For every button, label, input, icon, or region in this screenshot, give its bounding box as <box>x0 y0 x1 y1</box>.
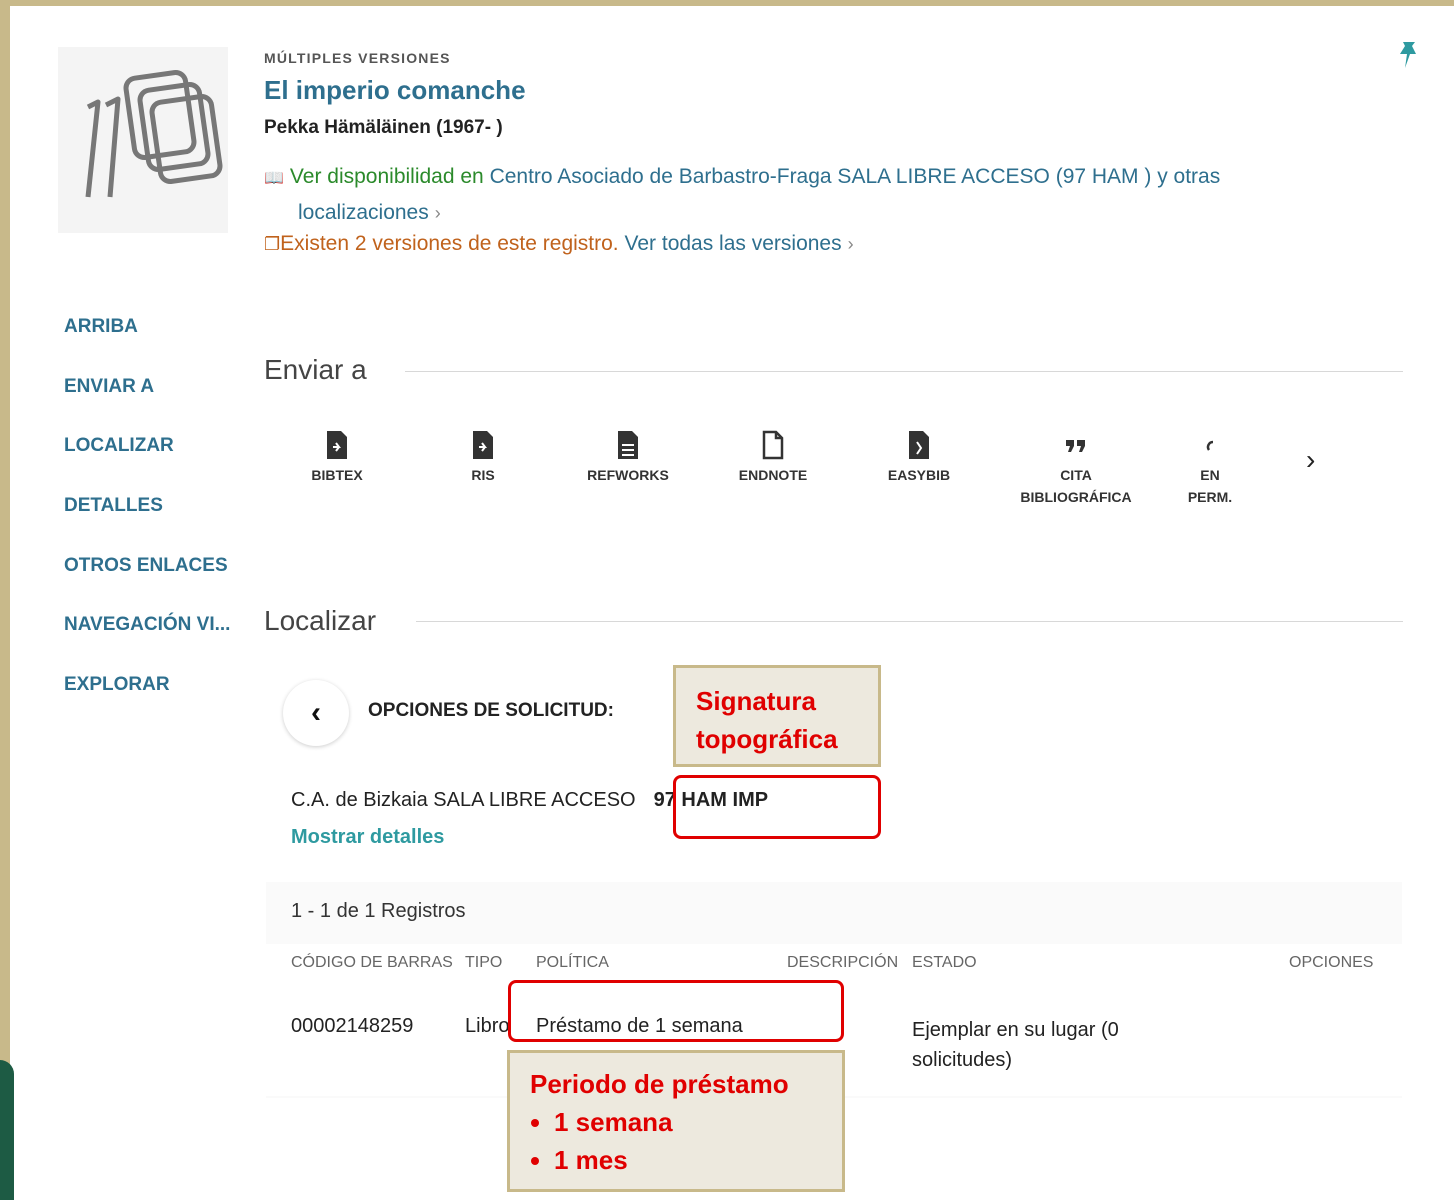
availability-more[interactable]: localizaciones <box>264 201 429 224</box>
view-all-versions-link[interactable]: Ver todas las versiones <box>625 232 842 255</box>
column-header-type: TIPO <box>465 954 503 971</box>
versions-icon: ❐ <box>264 234 281 254</box>
chevron-right-icon[interactable]: › <box>1306 444 1315 476</box>
back-button[interactable]: ‹ <box>283 680 349 746</box>
availability-prefix: Ver disponibilidad en <box>289 165 484 188</box>
nav-item-detalles[interactable]: DETALLES <box>64 495 163 517</box>
file-export-icon <box>473 431 493 459</box>
versions-line[interactable]: ❐Existen 2 versiones de este registro. V… <box>264 232 854 256</box>
quote-icon <box>1066 440 1085 452</box>
locate-title: Localizar <box>264 605 377 636</box>
link-icon <box>1206 440 1214 451</box>
location-name: C.A. de Bizkaia SALA LIBRE ACCESO <box>291 789 636 811</box>
file-export-icon <box>909 431 929 459</box>
nav-item-arriba[interactable]: ARRIBA <box>64 316 138 338</box>
file-text-icon <box>618 431 638 459</box>
send-citation-label: CITA BIBLIOGRÁFICA <box>1020 467 1132 505</box>
send-endnote-button[interactable]: ENDNOTE <box>708 430 838 486</box>
nav-item-localizar[interactable]: LOCALIZAR <box>64 435 174 457</box>
send-permalink-button[interactable]: EN PERM. <box>1180 430 1240 508</box>
loan-period-title: Periodo de préstamo <box>530 1069 789 1099</box>
signature-callout: Signatura topográfica <box>673 665 881 767</box>
send-ris-label: RIS <box>471 467 495 483</box>
divider <box>405 371 1403 372</box>
nav-item-explorar[interactable]: EXPLORAR <box>64 674 170 696</box>
send-ris-button[interactable]: RIS <box>418 430 548 486</box>
availability-location[interactable]: Centro Asociado de Barbastro-Fraga SALA … <box>490 165 1221 188</box>
record-author[interactable]: Pekka Hämäläinen (1967- ) <box>264 117 503 139</box>
record-type-label: MÚLTIPLES VERSIONES <box>264 50 451 66</box>
availability-line[interactable]: 📖 Ver disponibilidad en Centro Asociado d… <box>264 160 1364 230</box>
policy-highlight <box>508 980 844 1042</box>
record-title[interactable]: El imperio comanche <box>264 75 526 106</box>
nav-item-navegacion[interactable]: NAVEGACIÓN VI... <box>64 614 230 636</box>
divider <box>416 621 1403 622</box>
loan-option: 1 semana <box>554 1105 842 1139</box>
decorative-shape <box>0 1060 14 1200</box>
loan-option: 1 mes <box>554 1143 842 1177</box>
column-header-status: ESTADO <box>912 954 977 971</box>
nav-item-otros-enlaces[interactable]: OTROS ENLACES <box>64 555 228 577</box>
send-bibtex-label: BIBTEX <box>311 467 363 483</box>
send-to-title: Enviar a <box>264 354 367 385</box>
cell-type: Libro <box>465 1015 510 1037</box>
chevron-right-icon: › <box>847 234 854 254</box>
cell-barcode[interactable]: 00002148259 <box>291 1015 413 1038</box>
file-export-icon <box>327 431 347 459</box>
column-header-policy: POLÍTICA <box>536 954 609 971</box>
pin-icon[interactable] <box>1395 40 1421 70</box>
send-endnote-label: ENDNOTE <box>738 467 808 483</box>
column-header-options: OPCIONES <box>1289 954 1374 971</box>
cell-status: Ejemplar en su lugar (0 solicitudes) <box>912 1019 1119 1071</box>
chevron-left-icon: ‹ <box>311 696 321 729</box>
loan-options-list: 1 semana 1 mes <box>530 1105 842 1177</box>
nav-item-enviar-a[interactable]: ENVIAR A <box>64 376 154 398</box>
records-count: 1 - 1 de 1 Registros <box>291 900 466 922</box>
send-bibtex-button[interactable]: BIBTEX <box>272 430 402 486</box>
send-citation-button[interactable]: CITA BIBLIOGRÁFICA <box>1006 430 1146 508</box>
column-header-barcode: CÓDIGO DE BARRAS <box>291 954 453 971</box>
request-options-label: OPCIONES DE SOLICITUD: <box>368 700 614 721</box>
show-details-link[interactable]: Mostrar detalles <box>291 826 444 849</box>
loan-period-callout: Periodo de préstamo 1 semana 1 mes <box>507 1050 845 1192</box>
multiple-versions-thumbnail[interactable] <box>58 47 228 233</box>
send-easybib-button[interactable]: EASYBIB <box>854 430 984 486</box>
call-number-highlight <box>673 775 881 839</box>
file-outline-icon <box>762 430 784 460</box>
send-refworks-label: REFWORKS <box>587 467 669 483</box>
multiple-documents-icon <box>58 47 228 233</box>
column-header-description: DESCRIPCIÓN <box>787 954 899 971</box>
chevron-right-icon: › <box>434 203 441 223</box>
book-open-icon: 📖 <box>264 170 284 187</box>
send-refworks-button[interactable]: REFWORKS <box>563 430 693 486</box>
send-easybib-label: EASYBIB <box>887 467 951 483</box>
versions-text: Existen 2 versiones de este registro. <box>280 232 619 255</box>
send-permalink-label: EN PERM. <box>1187 467 1233 505</box>
